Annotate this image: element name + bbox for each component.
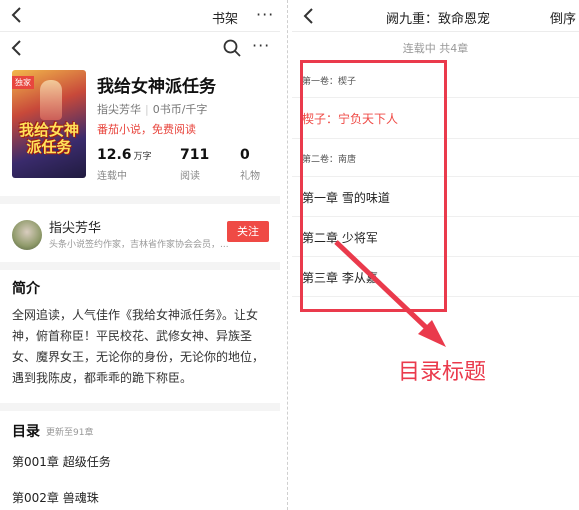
chapter-count: 连载中 共4章 <box>402 42 469 55</box>
intro-heading: 简介 <box>12 281 40 297</box>
toc-item[interactable]: 第002章 兽魂珠 <box>12 489 99 506</box>
free-read-text: 番茄小说，免费阅读 <box>97 123 196 136</box>
avatar[interactable] <box>12 220 42 250</box>
author-name[interactable]: 指尖芳华 <box>49 217 101 236</box>
book-cover[interactable]: 独家 我给女神派任务 <box>12 70 86 178</box>
panel-divider <box>287 0 288 510</box>
stat-words-num: 12.6 <box>97 147 132 163</box>
top-bar: 书架 ··· <box>0 0 280 32</box>
stat-reads-label: 阅读 <box>180 171 200 182</box>
book-title: 阙九重：致命恩宠 <box>386 12 491 27</box>
back-arrow-icon[interactable] <box>8 38 26 58</box>
book-detail-panel: 书架 ··· ··· 独家 我给女神派任务 我给女神派任务 指尖芳华 | 0书币/千… <box>0 0 280 510</box>
cover-title: 我给女神派任务 <box>18 121 79 156</box>
stat-gifts-label: 礼物 <box>240 171 260 182</box>
stat-gifts: 0 礼物 <box>240 147 260 182</box>
book-meta: 指尖芳华 | 0书币/千字 <box>97 103 208 116</box>
section-divider <box>0 196 280 204</box>
stat-reads: 711 阅读 <box>180 147 209 182</box>
toc-item[interactable]: 第001章 超级任务 <box>12 453 111 470</box>
cover-figure <box>40 80 62 120</box>
toc-updated[interactable]: 更新至91章 <box>46 425 93 438</box>
chapter-header: 阙九重：致命恩宠 倒序 <box>292 0 579 32</box>
book-author[interactable]: 指尖芳华 <box>97 103 141 116</box>
annotation-label: 目录标题 <box>398 360 487 385</box>
author-description: 头条小说签约作家，吉林省作家协会会员，... <box>49 240 229 250</box>
book-title: 我给女神派任务 <box>97 77 216 97</box>
annotation-box <box>300 60 447 312</box>
cover-tag: 独家 <box>12 76 34 89</box>
section-divider <box>0 403 280 411</box>
search-icon[interactable] <box>222 38 242 58</box>
section-divider <box>0 262 280 270</box>
intro-text[interactable]: 全网追读，人气佳作《我给女神派任务》。让女神，俯首称臣！平民校花、武修女神、异族… <box>12 305 274 389</box>
book-price: 0书币/千字 <box>152 103 208 116</box>
follow-button[interactable]: 关注 <box>227 221 269 242</box>
reverse-order-button[interactable]: 倒序 <box>550 8 576 27</box>
toc-heading: 目录 <box>12 424 40 440</box>
more-icon[interactable]: ··· <box>252 36 270 55</box>
stat-reads-num: 711 <box>180 147 210 163</box>
stat-words: 12.6 万字 连载中 <box>97 147 152 182</box>
stat-gifts-num: 0 <box>240 147 250 163</box>
stat-words-label: 连载中 <box>97 171 127 182</box>
more-icon[interactable]: ··· <box>256 5 274 24</box>
nav-bar: ··· <box>0 32 280 64</box>
back-arrow-icon[interactable] <box>8 5 26 25</box>
bookshelf-button[interactable]: 书架 <box>212 8 238 27</box>
stat-words-unit: 万字 <box>133 152 152 162</box>
back-arrow-icon[interactable] <box>300 6 318 26</box>
